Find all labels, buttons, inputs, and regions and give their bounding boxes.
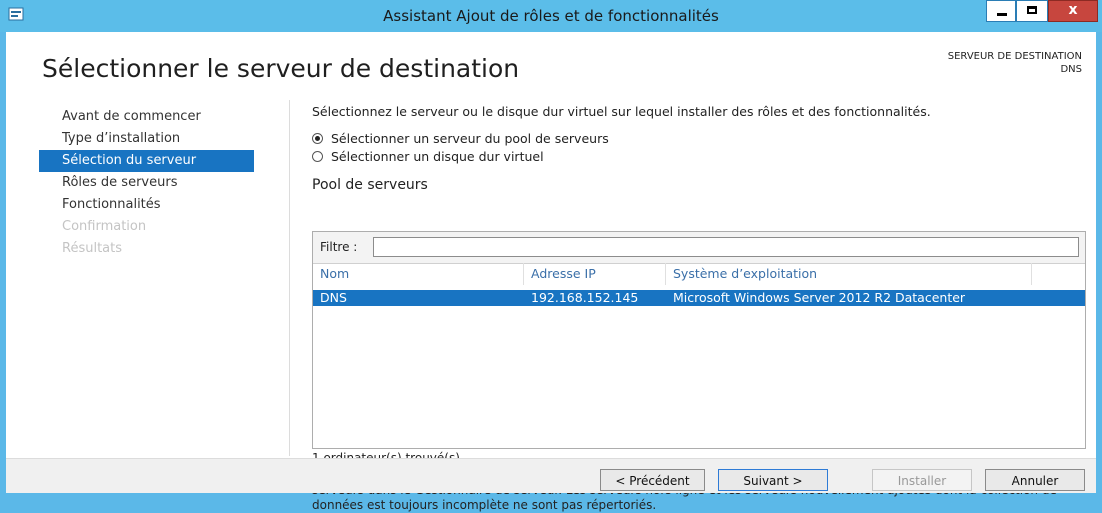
cell-ip: 192.168.152.145 <box>531 290 639 305</box>
step-selection-serveur[interactable]: Sélection du serveur <box>39 150 254 172</box>
step-confirmation: Confirmation <box>62 219 147 234</box>
close-icon: x <box>1068 2 1078 18</box>
radio-pool-option[interactable]: Sélectionner un serveur du pool de serve… <box>312 129 1082 147</box>
cell-name: DNS <box>320 290 347 305</box>
maximize-button[interactable] <box>1016 0 1048 22</box>
window-title: Assistant Ajout de rôles et de fonctionn… <box>383 7 719 25</box>
radio-pool-button[interactable] <box>312 132 323 144</box>
button-bar: < Précédent Suivant > Installer Annuler <box>6 458 1096 493</box>
radio-vhd-label: Sélectionner un disque dur virtuel <box>331 148 544 164</box>
previous-button[interactable]: < Précédent <box>600 469 705 491</box>
nav-divider <box>289 100 290 456</box>
cancel-button[interactable]: Annuler <box>985 469 1085 491</box>
page-title: Sélectionner le serveur de destination <box>42 54 520 83</box>
intro-text: Sélectionnez le serveur ou le disque dur… <box>312 104 931 119</box>
wizard-steps: Avant de commencer Type d’installation S… <box>39 106 254 260</box>
filter-bar: Filtre : <box>313 232 1085 264</box>
radio-vhd-option[interactable]: Sélectionner un disque dur virtuel <box>312 147 1082 165</box>
filter-label: Filtre : <box>320 240 358 254</box>
column-header-nom[interactable]: Nom <box>313 263 524 285</box>
destination-value: DNS <box>1060 64 1082 75</box>
main-content: Sélectionnez le serveur ou le disque dur… <box>312 104 1090 512</box>
close-button[interactable]: x <box>1048 0 1098 22</box>
column-header-os[interactable]: Système d’exploitation <box>666 263 1032 285</box>
install-button: Installer <box>872 469 972 491</box>
step-resultats: Résultats <box>62 241 123 256</box>
title-bar: Assistant Ajout de rôles et de fonctionn… <box>0 0 1102 32</box>
radio-vhd-button[interactable] <box>312 150 323 162</box>
destination-label: SERVEUR DE DESTINATION <box>947 51 1082 62</box>
cell-os: Microsoft Windows Server 2012 R2 Datacen… <box>673 290 966 305</box>
wizard-client-area: Sélectionner le serveur de destination S… <box>6 32 1096 512</box>
step-type-installation[interactable]: Type d’installation <box>39 128 254 150</box>
minimize-button[interactable] <box>986 0 1016 22</box>
step-fonctionnalites[interactable]: Fonctionnalités <box>39 194 254 216</box>
destination-server-info: SERVEUR DE DESTINATION DNS <box>948 50 1082 76</box>
column-header-ip[interactable]: Adresse IP <box>524 263 666 285</box>
next-button[interactable]: Suivant > <box>718 469 828 491</box>
filter-input[interactable] <box>373 237 1079 257</box>
step-avant-de-commencer[interactable]: Avant de commencer <box>39 106 254 128</box>
step-roles-serveurs[interactable]: Rôles de serveurs <box>39 172 254 194</box>
radio-pool-label: Sélectionner un serveur du pool de serve… <box>331 130 609 146</box>
server-pool-table: Filtre : Nom Adresse IP Système d’exploi… <box>312 231 1086 449</box>
table-row[interactable]: DNS 192.168.152.145 Microsoft Windows Se… <box>313 290 1085 306</box>
pool-title: Pool de serveurs <box>312 177 428 193</box>
